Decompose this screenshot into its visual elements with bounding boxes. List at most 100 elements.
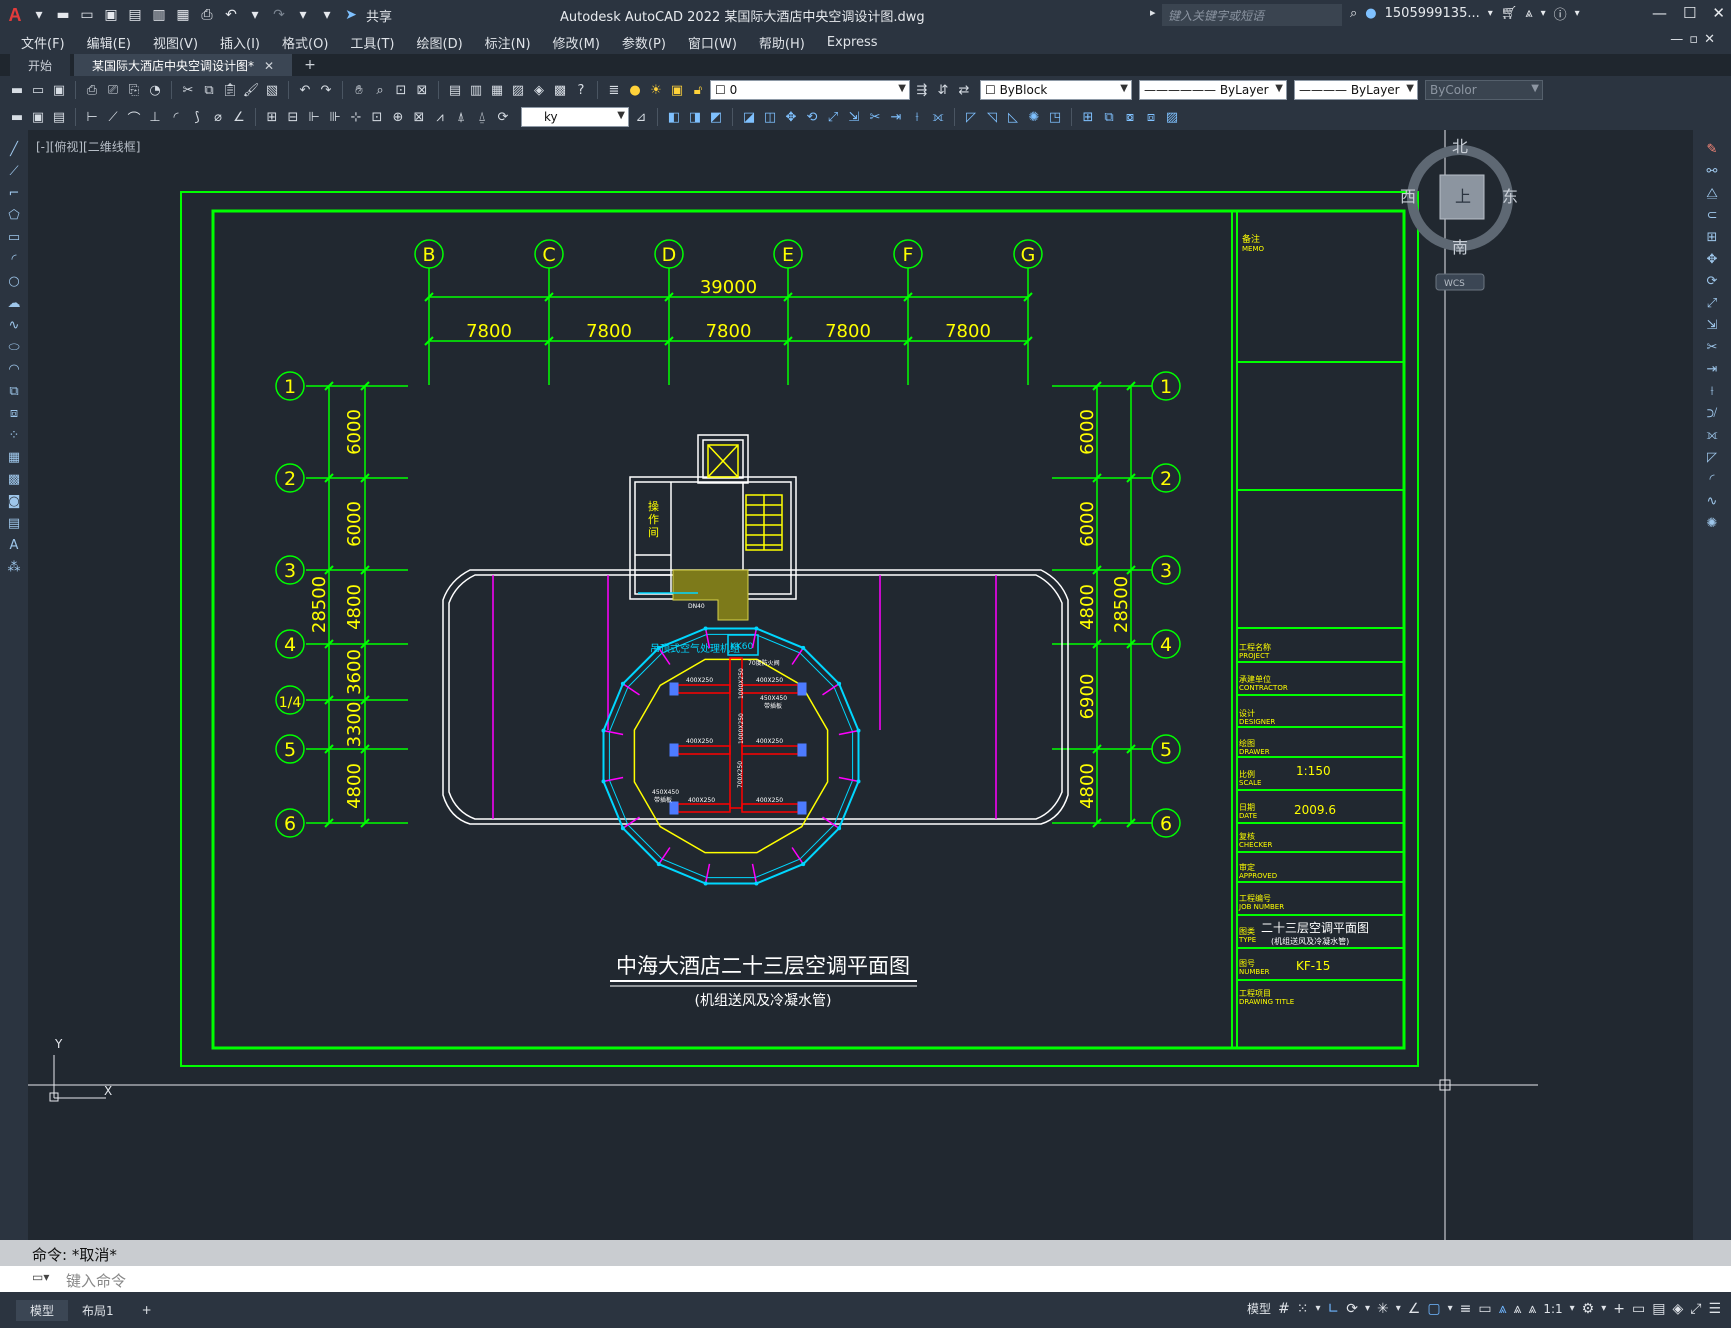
open-file-icon[interactable]: ▭ (78, 6, 96, 24)
fillet-icon[interactable]: ◹ (983, 108, 1001, 126)
menu-modify[interactable]: 修改(M) (542, 33, 611, 52)
tab-drawing[interactable]: 某国际大酒店中央空调设计图* ✕ (74, 54, 293, 76)
quick-properties-icon[interactable]: ▤ (1652, 1301, 1665, 1317)
properties-icon[interactable]: ▤ (446, 81, 464, 99)
annotation-scale-auto-icon[interactable]: ⩓ (1514, 1301, 1522, 1317)
break-tool-icon[interactable]: ⟉ (1703, 404, 1721, 422)
baseline-dim-icon[interactable]: ⊟ (284, 108, 302, 126)
offset-tool-icon[interactable]: ⊂ (1703, 206, 1721, 224)
layer-freeze-icon[interactable]: ☀ (647, 81, 665, 99)
jogged-linear-icon[interactable]: ⩘ (431, 108, 449, 126)
aligned-dim-icon[interactable]: ⟋ (104, 108, 122, 126)
zoom-previous-icon[interactable]: ⊠ (413, 81, 431, 99)
osnap-dropdown-icon[interactable]: ▾ (1448, 1303, 1453, 1314)
move-tool-icon[interactable]: ✥ (1703, 250, 1721, 268)
print-icon[interactable]: ⎙ (83, 81, 101, 99)
tool-palettes-icon[interactable]: ▦ (488, 81, 506, 99)
save-tool-icon[interactable]: ▣ (50, 81, 68, 99)
dim-update-icon[interactable]: ⟳ (494, 108, 512, 126)
dimstyle-combo[interactable]: ky ▼ (521, 107, 629, 127)
rotate-tool-icon[interactable]: ⟳ (1703, 272, 1721, 290)
layer-lock-icon[interactable]: 🔓︎ (689, 81, 707, 99)
user-icon[interactable]: ● (1365, 6, 1376, 21)
dim-break-icon[interactable]: ⊹ (347, 108, 365, 126)
chevron-down-icon[interactable]: ▼ (898, 83, 906, 94)
app-menu-button[interactable]: A (6, 5, 24, 25)
erase-icon[interactable]: ◧ (665, 108, 683, 126)
customization-icon[interactable]: ☰ (1708, 1301, 1721, 1317)
break-point-icon[interactable]: ⟊ (1703, 382, 1721, 400)
polar-icon[interactable]: ⟳ (1346, 1301, 1358, 1317)
color-combo[interactable]: ☐ ByBlock ▼ (980, 80, 1132, 100)
layer-combo[interactable]: ☐ 0 ▼ (710, 80, 910, 100)
layout-tab-model[interactable]: 模型 (16, 1299, 69, 1321)
rotate-icon[interactable]: ⟲ (803, 108, 821, 126)
maximize-icon[interactable]: ☐ (1683, 4, 1696, 22)
revcloud-icon[interactable]: ☁︎ (5, 294, 23, 312)
inspect-icon[interactable]: ⊠ (410, 108, 428, 126)
clip-icon[interactable]: ⧈ (1142, 108, 1160, 126)
new-tab-button[interactable]: + (296, 54, 324, 76)
help-tool-icon[interactable]: ? (572, 81, 590, 99)
search-arrow-icon[interactable]: ▸ (1150, 6, 1156, 19)
snap-icon[interactable]: ⁙ (1297, 1301, 1309, 1317)
tolerance-icon[interactable]: ⊡ (368, 108, 386, 126)
chamfer-tool-icon[interactable]: ◸ (1703, 448, 1721, 466)
line-icon[interactable]: ╱ (5, 140, 23, 158)
redo-icon[interactable]: ↷ (270, 6, 288, 24)
undo-dropdown-icon[interactable]: ▾ (246, 6, 264, 24)
preview-icon[interactable]: ⎚ (104, 81, 122, 99)
plotstyle-combo[interactable]: ByColor ▼ (1425, 80, 1543, 100)
open-icon[interactable]: ▭ (29, 81, 47, 99)
dim-space-icon[interactable]: ⊪ (326, 108, 344, 126)
fillet-tool-icon[interactable]: ◜ (1703, 470, 1721, 488)
attach-icon[interactable]: ⧉ (1100, 108, 1118, 126)
layer-on-icon[interactable]: ● (626, 81, 644, 99)
menu-format[interactable]: 格式(O) (271, 33, 339, 52)
mtext-icon[interactable]: A (5, 536, 23, 554)
trim-tool-icon[interactable]: ✂ (1703, 338, 1721, 356)
isodraft-icon[interactable]: ∠ (1408, 1301, 1421, 1317)
arc-icon[interactable]: ◜ (5, 250, 23, 268)
layer-states-icon[interactable]: ⇄ (955, 81, 973, 99)
ordinate-dim-icon[interactable]: ⊥ (146, 108, 164, 126)
ellipse-arc-icon[interactable]: ◠ (5, 360, 23, 378)
save-web-icon[interactable]: ▦ (174, 6, 192, 24)
join-tool-icon[interactable]: ⟗ (1703, 426, 1721, 444)
lineweight-combo[interactable]: ———— ByLayer ▼ (1294, 80, 1418, 100)
search-input[interactable]: 键入关键字或短语 (1162, 4, 1342, 26)
menu-help[interactable]: 帮助(H) (748, 33, 816, 52)
erase-tool-icon[interactable]: ✎ (1703, 140, 1721, 158)
design-center-icon[interactable]: ▥ (467, 81, 485, 99)
xref-icon[interactable]: ⧇ (1121, 108, 1139, 126)
menu-view[interactable]: 视图(V) (142, 33, 209, 52)
undo-tool-icon[interactable]: ↶ (296, 81, 314, 99)
offset-icon[interactable]: ◪ (740, 108, 758, 126)
stretch-tool-icon[interactable]: ⇲ (1703, 316, 1721, 334)
app-menu-dropdown-icon[interactable]: ▾ (30, 6, 48, 24)
blend-icon[interactable]: ◺ (1004, 108, 1022, 126)
share-button[interactable]: 共享 (366, 6, 392, 25)
dim-edit-icon[interactable]: ⍋ (452, 108, 470, 126)
make-current-layer-icon[interactable]: ⇶ (913, 81, 931, 99)
arc-length-icon[interactable]: ⌒ (125, 108, 143, 127)
help-icon[interactable]: ⓘ (1554, 4, 1567, 23)
qnew-icon[interactable]: ▬ (8, 81, 26, 99)
zoom-realtime-icon[interactable]: ⌕ (371, 81, 389, 99)
polyline-icon[interactable]: ⌐ (5, 184, 23, 202)
explode-tool-icon[interactable]: ✺ (1703, 514, 1721, 532)
menu-edit[interactable]: 编辑(E) (76, 33, 142, 52)
units-icon[interactable]: ▭ (1632, 1301, 1645, 1317)
close-icon[interactable]: ✕ (1712, 4, 1725, 22)
join-icon[interactable]: ⟗ (929, 108, 947, 126)
redo-dropdown-icon[interactable]: ▾ (294, 6, 312, 24)
sheet-set-icon[interactable]: ▨ (509, 81, 527, 99)
diameter-dim-icon[interactable]: ⌀ (209, 108, 227, 126)
dim-text-edit-icon[interactable]: ⍙ (473, 108, 491, 126)
annotation-scale-icon[interactable]: ⩓ (1528, 1301, 1536, 1317)
layer-match-icon[interactable]: ▣ (29, 108, 47, 126)
blend-tool-icon[interactable]: ∿ (1703, 492, 1721, 510)
image-icon[interactable]: ▨ (1163, 108, 1181, 126)
publish-icon[interactable]: ⎘ (125, 81, 143, 99)
save-as-icon[interactable]: ▤ (126, 6, 144, 24)
